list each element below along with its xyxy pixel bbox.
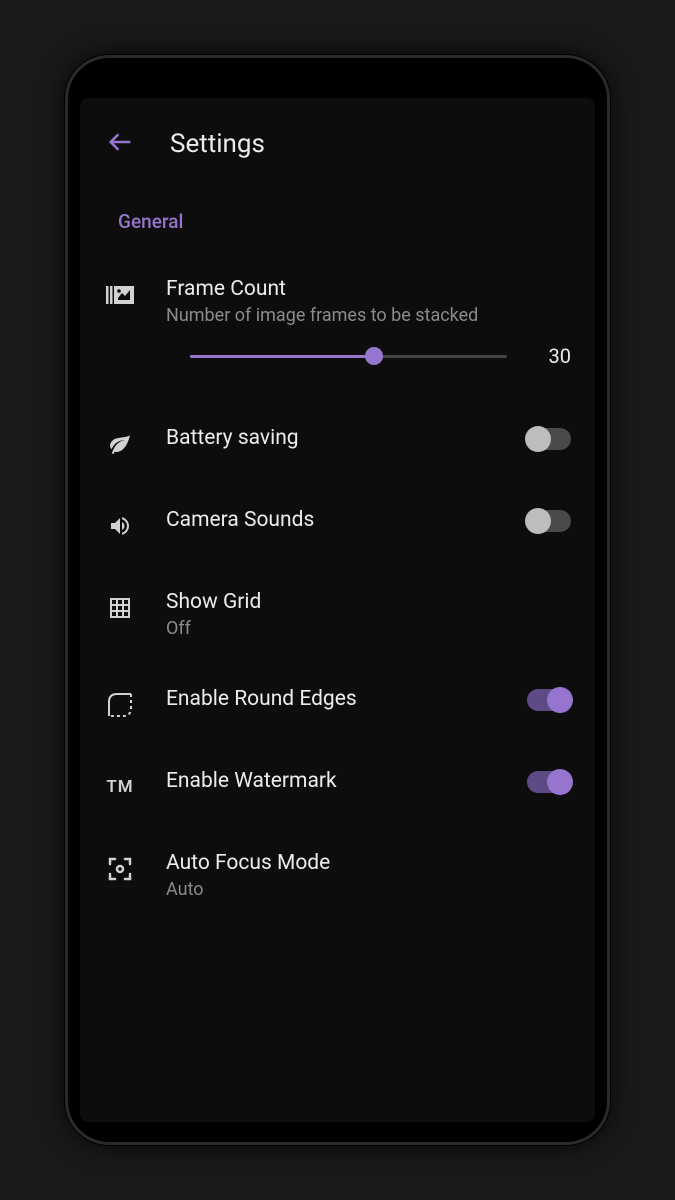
- round-edges-toggle[interactable]: [527, 689, 571, 711]
- screen: Settings General Frame Count Number of i…: [80, 98, 595, 1122]
- battery-saving-title: Battery saving: [166, 426, 527, 450]
- auto-focus-value: Auto: [166, 879, 571, 900]
- focus-icon: [104, 853, 136, 885]
- stack-frames-icon: [104, 279, 136, 311]
- frame-count-slider-container: 30: [166, 344, 571, 368]
- phone-volume-button: [609, 458, 610, 598]
- page-title: Settings: [170, 129, 265, 159]
- battery-saving-toggle[interactable]: [527, 428, 571, 450]
- frame-count-title: Frame Count: [166, 277, 571, 301]
- show-grid-title: Show Grid: [166, 590, 571, 614]
- camera-sounds-toggle[interactable]: [527, 510, 571, 532]
- watermark-toggle[interactable]: [527, 771, 571, 793]
- round-edges-icon: [104, 689, 136, 721]
- setting-round-edges[interactable]: Enable Round Edges: [100, 687, 575, 721]
- arrow-left-icon: [106, 128, 134, 156]
- setting-watermark[interactable]: TM Enable Watermark: [100, 769, 575, 803]
- frame-count-slider[interactable]: [190, 355, 507, 358]
- toggle-knob: [547, 687, 573, 713]
- setting-camera-sounds[interactable]: Camera Sounds: [100, 508, 575, 542]
- toggle-knob: [547, 769, 573, 795]
- watermark-title: Enable Watermark: [166, 769, 527, 793]
- back-button[interactable]: [106, 128, 134, 160]
- header: Settings: [100, 128, 575, 160]
- grid-icon: [104, 592, 136, 624]
- phone-power-button: [609, 258, 610, 338]
- camera-sounds-title: Camera Sounds: [166, 508, 527, 532]
- leaf-icon: [104, 428, 136, 460]
- setting-show-grid[interactable]: Show Grid Off: [100, 590, 575, 639]
- auto-focus-title: Auto Focus Mode: [166, 851, 571, 875]
- toggle-knob: [525, 508, 551, 534]
- frame-count-value: 30: [531, 344, 571, 368]
- slider-fill: [190, 355, 374, 358]
- round-edges-title: Enable Round Edges: [166, 687, 527, 711]
- setting-frame-count[interactable]: Frame Count Number of image frames to be…: [100, 277, 575, 368]
- trademark-icon: TM: [104, 771, 136, 803]
- phone-frame: Settings General Frame Count Number of i…: [65, 55, 610, 1145]
- speaker-icon: [104, 510, 136, 542]
- show-grid-value: Off: [166, 618, 571, 639]
- section-header-general: General: [100, 210, 575, 233]
- slider-thumb[interactable]: [365, 347, 383, 365]
- setting-battery-saving[interactable]: Battery saving: [100, 426, 575, 460]
- setting-auto-focus[interactable]: Auto Focus Mode Auto: [100, 851, 575, 900]
- frame-count-subtitle: Number of image frames to be stacked: [166, 305, 571, 326]
- toggle-knob: [525, 426, 551, 452]
